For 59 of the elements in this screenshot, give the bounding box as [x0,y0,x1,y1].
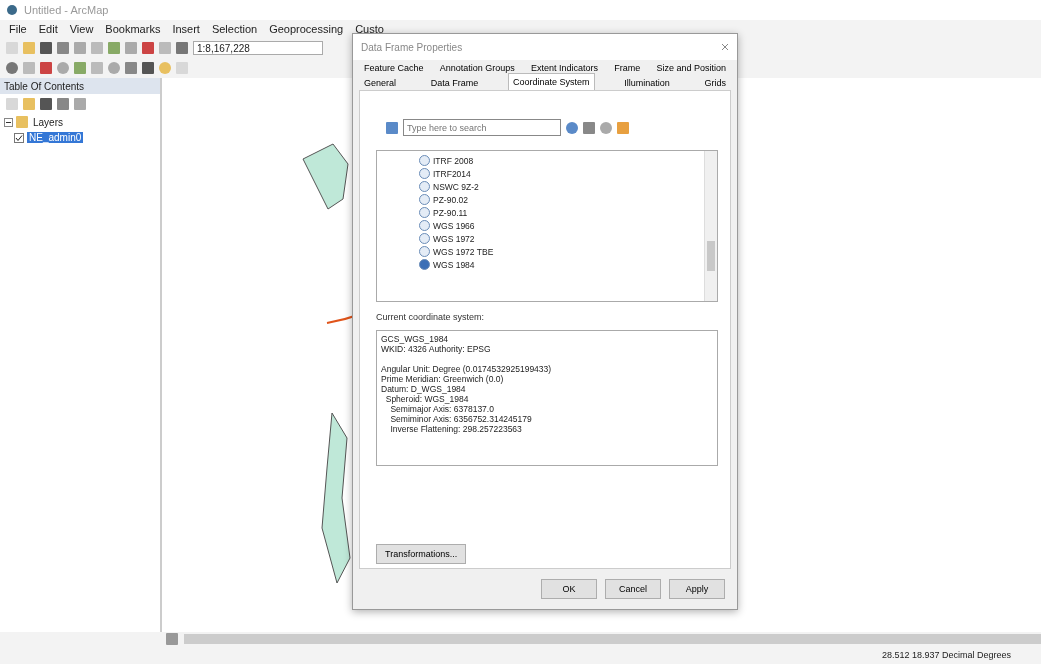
dialog-button[interactable]: OK [541,579,597,599]
list-item[interactable]: WGS 1972 TBE [433,246,494,257]
toolbar-icon[interactable] [57,62,69,74]
menu-item[interactable]: Bookmarks [100,23,166,35]
radio-button[interactable] [419,233,430,244]
panel-title: Table Of Contents [4,80,85,92]
list-item[interactable]: WGS 1984 [433,259,475,270]
map-land-drawing [302,143,349,210]
radio-button[interactable] [419,220,430,231]
scrollbar[interactable] [184,634,1041,644]
coordinates-readout: 28.512 18.937 Decimal Degrees [881,650,1011,660]
scale-field[interactable]: 1:8,167,228 [193,41,323,55]
layout-view-icon[interactable] [166,633,178,645]
toolbar-icon[interactable] [6,62,18,74]
layer-checkbox[interactable] [14,132,24,143]
expander-icon[interactable] [4,117,13,127]
window-title: Untitled - ArcMap [24,4,109,16]
list-item[interactable]: ITRF2014 [433,168,471,179]
toolbar-icon[interactable] [142,62,154,74]
layer-item[interactable]: NE_admin0 [27,132,84,143]
close-button[interactable] [721,43,729,51]
menu-item[interactable]: Insert [167,23,205,35]
section-label: Current coordinate system: [376,312,486,322]
menu-item[interactable]: Custo [350,23,389,35]
tree-item[interactable]: Layers [31,116,65,128]
list-item[interactable]: WGS 1966 [433,220,475,231]
scrollbar[interactable] [704,151,717,301]
toc-view-icon[interactable] [23,98,35,110]
menu-item[interactable]: View [64,23,99,35]
menu-item[interactable]: Geoprocessing [264,23,349,35]
dialog-button[interactable]: Cancel [605,579,661,599]
tab[interactable]: Coordinate System [507,73,595,90]
list-item[interactable]: WGS 1972 [433,233,475,244]
toc-view-icon[interactable] [74,98,86,110]
radio-button[interactable] [419,181,430,192]
list-item[interactable]: PZ-90.11 [433,207,468,218]
radio-button[interactable] [419,155,430,166]
coordinate-system-details: GCS_WGS_1984 WKID: 4326 Authority: EPSG Angular Unit: Degree (0.0174532925199433) Prime Meridian: Greenwich (0.0) Datum: D_WGS_1984 Spheroid: WGS_1984 Semimajor Axis: 6378137.0 Semiminor Axis: 6356752.314245179 Inverse Flattening: 298.257223563 [376,330,718,466]
toc-view-icon[interactable] [6,98,18,110]
list-item[interactable]: NSWC 9Z-2 [433,181,479,192]
app-logo-icon [6,4,18,16]
toolbar-icon[interactable] [108,62,120,74]
radio-button[interactable] [419,246,430,257]
radio-button[interactable] [419,207,430,218]
search-field[interactable]: Type here to search [403,119,561,136]
menu-item[interactable]: Edit [33,23,63,35]
toolbar-icon[interactable] [40,42,52,54]
toc-view-icon[interactable] [57,98,69,110]
transformations-button[interactable]: Transformations... [376,544,467,564]
toc-view-icon[interactable] [40,98,52,110]
list-item[interactable]: PZ-90.02 [433,194,468,205]
dialog-button[interactable]: Apply [669,579,725,599]
menu-item[interactable]: File [4,23,32,35]
dialog-title: Data Frame Properties [361,41,463,53]
list-item[interactable]: ITRF 2008 [433,155,474,166]
menu-item[interactable]: Selection [206,23,263,35]
radio-button[interactable] [419,259,430,270]
radio-button[interactable] [419,168,430,179]
radio-button[interactable] [419,194,430,205]
